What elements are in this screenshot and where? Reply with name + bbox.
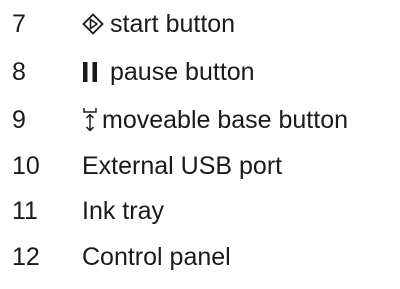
start-icon — [82, 13, 104, 35]
item-description: pause button — [82, 57, 255, 86]
item-number: 12 — [12, 242, 40, 271]
item-description: moveable base button — [82, 107, 348, 133]
item-number: 11 — [12, 196, 38, 225]
item-label: pause button — [110, 57, 255, 86]
moveable-base-icon — [82, 107, 98, 133]
item-label: start button — [110, 9, 236, 38]
parts-legend: 7 start button 8 pause button 9 moveable… — [0, 0, 400, 289]
item-label: Control panel — [82, 242, 231, 271]
item-description: External USB port — [82, 151, 283, 180]
pause-icon — [82, 61, 98, 83]
item-label: External USB port — [82, 151, 283, 180]
item-number: 10 — [12, 151, 40, 180]
item-number: 7 — [12, 9, 26, 38]
item-label: Ink tray — [82, 196, 164, 225]
item-description: start button — [82, 9, 236, 38]
item-number: 8 — [12, 57, 26, 86]
item-description: Ink tray — [82, 196, 164, 225]
item-description: Control panel — [82, 242, 231, 271]
item-number: 9 — [12, 105, 26, 134]
item-label: moveable base button — [102, 105, 349, 134]
